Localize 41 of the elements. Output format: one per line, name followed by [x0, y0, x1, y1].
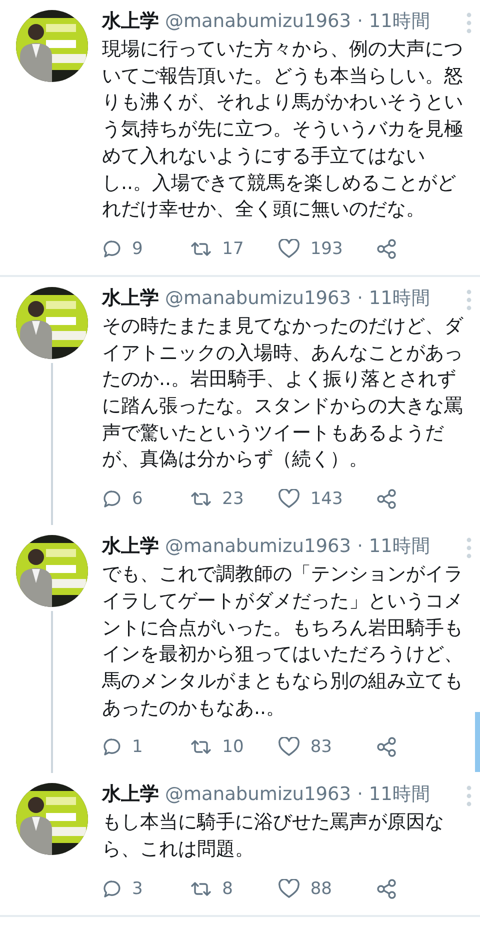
- reply-count: 9: [132, 238, 143, 259]
- heart-icon[interactable]: [278, 489, 300, 510]
- share-icon[interactable]: [376, 878, 398, 900]
- share-icon[interactable]: [376, 238, 398, 260]
- tweet-text: でも、これで調教師の「テンションがイライラしてゲートがダメだった」というコメントに合点がいった。もちろん岩田騎手もインを最初から狙ってはいただろうけど、馬のメンタルがまともなら別の組み立てもあったのかもなあ..。: [102, 562, 464, 721]
- like-count: 83: [310, 737, 332, 758]
- timestamp[interactable]: · 11時間: [357, 288, 430, 310]
- user-handle[interactable]: @manabumizu1963: [165, 11, 352, 33]
- display-name[interactable]: 水上学: [102, 10, 159, 32]
- timestamp[interactable]: · 11時間: [357, 11, 430, 33]
- reply-count: 6: [132, 489, 143, 510]
- reply-count: 1: [132, 737, 143, 758]
- reply-count: 3: [132, 878, 143, 899]
- like-count: 88: [310, 878, 332, 899]
- display-name[interactable]: 水上学: [102, 535, 159, 558]
- reply-icon[interactable]: [102, 238, 122, 259]
- tweet-text: 現場に行っていた方々から、例の大声についてご報告頂いた。どうも本当らしい。怒りも沸くが、それより馬がかわいそうという気持ちが先に立つ。そういうバカを見極めて入れないようにする手立てはないし..。入場できて競馬を楽しめることがどれだけ幸せか、全く頭に無いのだな。: [102, 37, 464, 222]
- heart-icon[interactable]: [278, 878, 300, 899]
- scrollbar[interactable]: [475, 712, 480, 772]
- retweet-count: 17: [222, 238, 244, 259]
- share-icon[interactable]: [376, 488, 398, 510]
- timestamp[interactable]: · 11時間: [357, 784, 430, 806]
- user-handle[interactable]: @manabumizu1963: [165, 288, 352, 310]
- like-count: 143: [310, 489, 343, 510]
- user-handle[interactable]: @manabumizu1963: [165, 784, 352, 806]
- reply-icon[interactable]: [102, 489, 122, 510]
- retweet-count: 10: [222, 737, 244, 758]
- like-count: 193: [310, 238, 343, 259]
- tweet-text: もし本当に騎手に浴びせた罵声が原因なら、これは問題。: [102, 810, 445, 862]
- tweet-text: その時たまたま見てなかったのだけど、ダイアトニックの入場時、あんなことがあったのか..。岩田騎手、よく振り落とされずに踏ん張ったな。スタンドからの大きな罵声で驚いたというツイートもあるようだが、真偽は分からず（続く）。: [102, 314, 464, 472]
- reply-icon[interactable]: [102, 737, 122, 758]
- share-icon[interactable]: [376, 736, 398, 758]
- reply-icon[interactable]: [102, 878, 122, 899]
- retweet-count: 8: [222, 878, 233, 899]
- display-name[interactable]: 水上学: [102, 286, 159, 309]
- user-handle[interactable]: @manabumizu1963: [165, 536, 352, 558]
- timestamp[interactable]: · 11時間: [357, 536, 430, 558]
- heart-icon[interactable]: [278, 737, 300, 758]
- display-name[interactable]: 水上学: [102, 783, 159, 806]
- heart-icon[interactable]: [278, 238, 300, 259]
- retweet-count: 23: [222, 489, 244, 510]
